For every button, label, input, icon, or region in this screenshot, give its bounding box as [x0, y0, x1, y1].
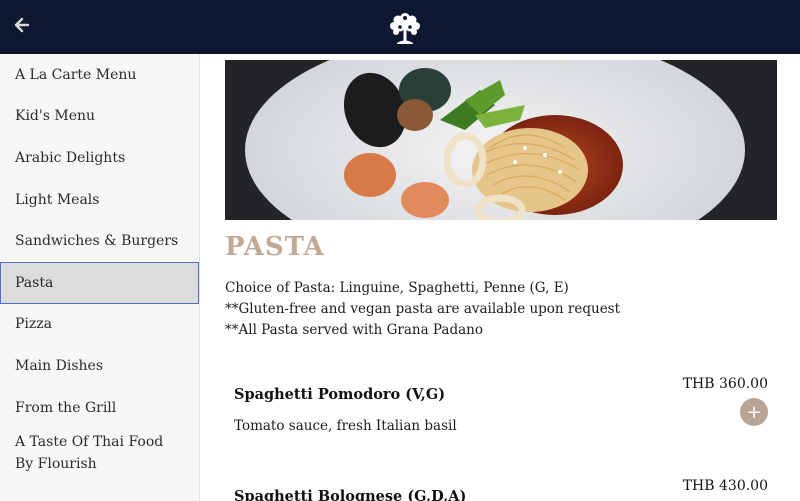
sidebar-item-main-dishes[interactable]: Main Dishes — [0, 345, 199, 387]
section-description: Choice of Pasta: Linguine, Spaghetti, Pe… — [225, 278, 785, 341]
sidebar-item-kids-menu[interactable]: Kid's Menu — [0, 96, 199, 138]
section-title: PASTA — [225, 232, 325, 262]
sidebar-item-label: A Taste Of Thai Food By Flourish — [15, 434, 164, 473]
sidebar-item-label: Pizza — [15, 316, 52, 333]
sidebar-item-pasta[interactable]: Pasta — [0, 261, 199, 304]
pasta-hero-image — [225, 60, 777, 220]
add-dish-button[interactable]: + — [740, 398, 768, 426]
tree-logo-icon — [385, 8, 425, 48]
sidebar-item-arabic-delights[interactable]: Arabic Delights — [0, 137, 199, 179]
top-bar — [0, 0, 800, 54]
sidebar-item-sandwiches-burgers[interactable]: Sandwiches & Burgers — [0, 220, 199, 262]
menu-content: PASTA Choice of Pasta: Linguine, Spaghet… — [200, 54, 800, 501]
sidebar-item-label: Pasta — [15, 274, 54, 291]
dish-price: THB 430.00 — [682, 478, 768, 494]
dish-name: Spaghetti Pomodoro (V,G) — [234, 386, 446, 403]
back-button[interactable] — [10, 13, 34, 37]
dish-name: Spaghetti Bolognese (G,D,A) — [234, 488, 467, 501]
description-line: **All Pasta served with Grana Padano — [225, 322, 483, 338]
arrow-left-icon — [14, 17, 30, 33]
description-line: **Gluten-free and vegan pasta are availa… — [225, 301, 621, 317]
sidebar-item-from-the-grill[interactable]: From the Grill — [0, 387, 199, 429]
sidebar-item-label: Main Dishes — [15, 357, 103, 374]
description-line: Choice of Pasta: Linguine, Spaghetti, Pe… — [225, 280, 569, 296]
category-sidebar: A La Carte Menu Kid's Menu Arabic Deligh… — [0, 54, 200, 501]
sidebar-item-thai-food[interactable]: A Taste Of Thai Food By Flourish — [0, 428, 199, 478]
sidebar-item-label: Kid's Menu — [15, 108, 96, 125]
sidebar-item-label: Arabic Delights — [15, 149, 126, 166]
sidebar-item-label: A La Carte Menu — [15, 66, 137, 83]
sidebar-item-light-meals[interactable]: Light Meals — [0, 179, 199, 221]
dish-description: Tomato sauce, fresh Italian basil — [234, 418, 457, 434]
sidebar-item-a-la-carte[interactable]: A La Carte Menu — [0, 54, 199, 96]
sidebar-item-label: Light Meals — [15, 191, 100, 208]
dish-price: THB 360.00 — [682, 376, 768, 392]
sidebar-item-label: Sandwiches & Burgers — [15, 233, 179, 250]
sidebar-item-pizza[interactable]: Pizza — [0, 304, 199, 346]
sidebar-item-label: From the Grill — [15, 399, 117, 416]
